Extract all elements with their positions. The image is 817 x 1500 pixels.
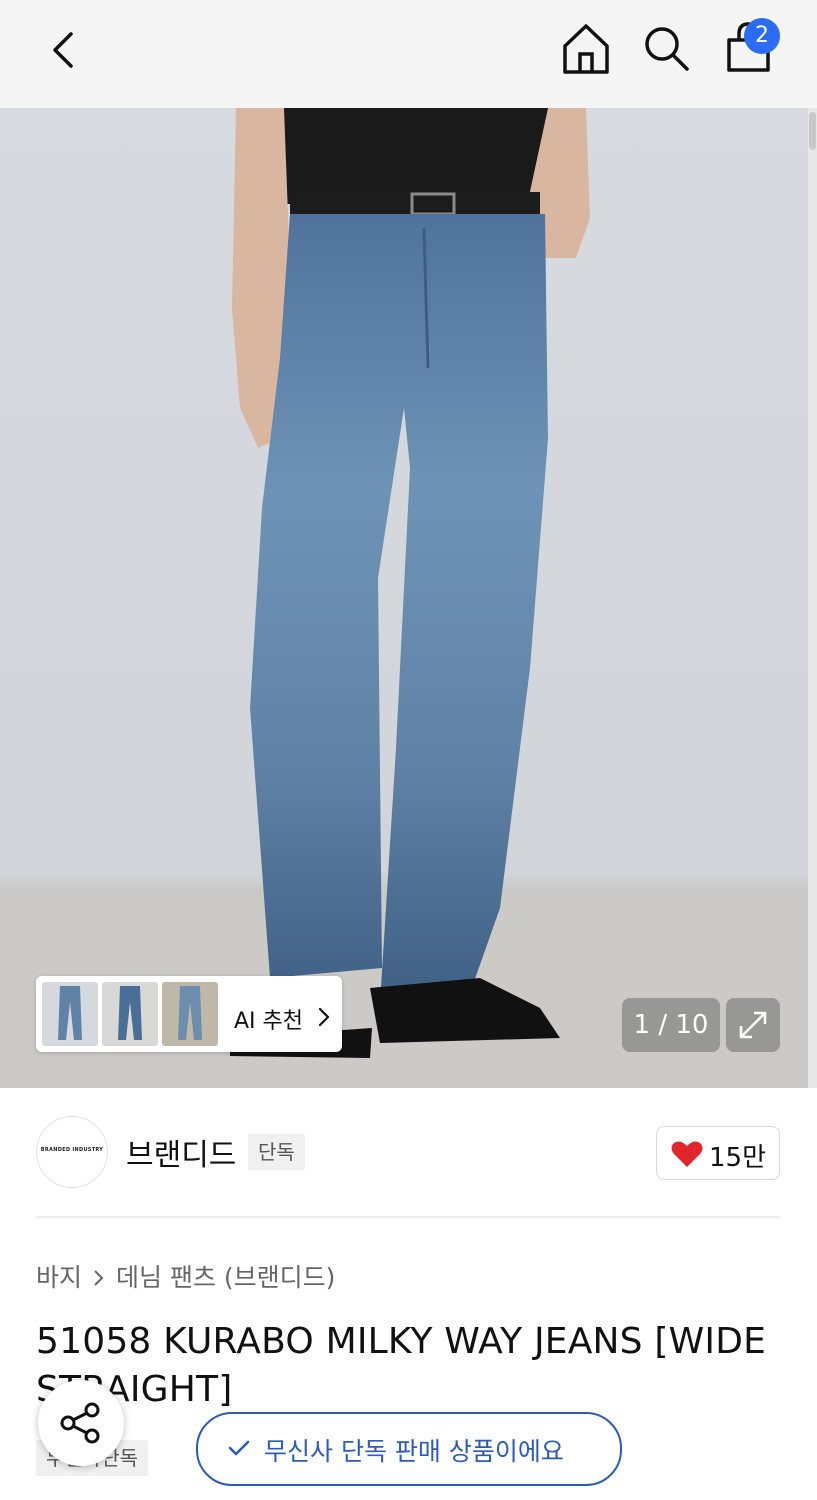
thumbnail-1[interactable] — [42, 982, 98, 1046]
like-count: 15만 — [709, 1143, 767, 1173]
brand-logo[interactable]: BRANDED INDUSTRY — [36, 1116, 108, 1188]
product-image[interactable] — [0, 108, 808, 1088]
chevron-right-icon — [318, 1007, 330, 1027]
divider — [36, 1216, 780, 1218]
share-icon — [60, 1402, 100, 1444]
share-button[interactable] — [38, 1380, 124, 1466]
search-button[interactable] — [638, 20, 696, 78]
home-button[interactable] — [556, 18, 616, 80]
heart-icon — [671, 1141, 703, 1167]
back-button[interactable] — [40, 20, 90, 80]
scrollbar-track[interactable] — [808, 108, 817, 1088]
product-photo — [0, 108, 808, 1088]
exclusive-info-text: 무신사 단독 판매 상품이에요 — [264, 1437, 564, 1466]
thumbnail-2[interactable] — [102, 982, 158, 1046]
chevron-right-icon — [94, 1270, 104, 1286]
brand-logo-text: BRANDED INDUSTRY — [40, 1147, 104, 1153]
home-icon — [563, 24, 609, 74]
exclusive-info-pill[interactable]: 무신사 단독 판매 상품이에요 — [196, 1412, 622, 1486]
image-counter: 1 / 10 — [622, 998, 720, 1052]
brand-exclusive-tag: 단독 — [248, 1134, 305, 1170]
scrollbar-thumb[interactable] — [809, 112, 816, 150]
top-navigation-bar: 2 — [0, 0, 817, 108]
cart-count-badge: 2 — [744, 18, 780, 54]
like-button[interactable]: 15만 — [656, 1126, 780, 1180]
brand-name[interactable]: 브랜디드 — [126, 1130, 236, 1174]
breadcrumb-subcategory[interactable]: 데님 팬츠 (브랜디드) — [116, 1263, 335, 1292]
breadcrumb: 바지 데님 팬츠 (브랜디드) — [36, 1258, 335, 1294]
check-icon — [228, 1440, 250, 1456]
expand-image-button[interactable] — [726, 998, 780, 1052]
thumbnail-3[interactable] — [162, 982, 218, 1046]
expand-icon — [739, 1011, 767, 1039]
breadcrumb-category[interactable]: 바지 — [36, 1263, 82, 1292]
thumbnail-image — [162, 982, 218, 1046]
ai-recommendation-label[interactable]: AI 추천 — [234, 1003, 303, 1035]
product-title: 51058 KURABO MILKY WAY JEANS [WIDE STRAI… — [36, 1321, 767, 1410]
thumbnail-image — [102, 982, 158, 1046]
thumbnail-image — [42, 982, 98, 1046]
chevron-left-icon — [53, 32, 73, 68]
search-icon — [645, 27, 689, 71]
